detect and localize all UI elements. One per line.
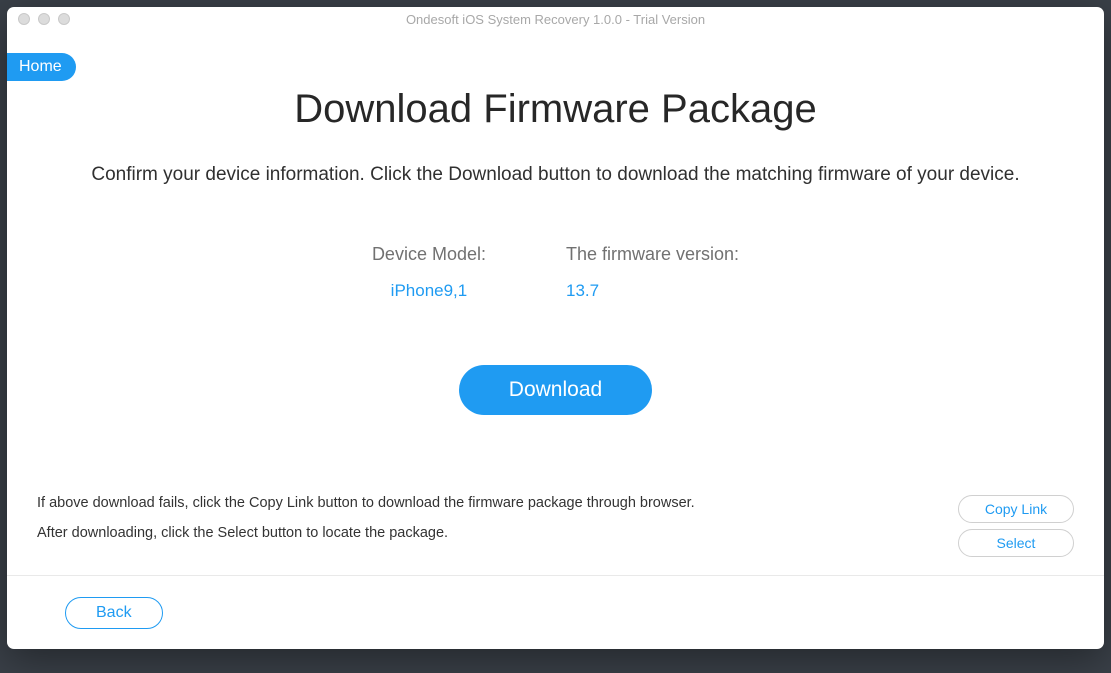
device-model-col: Device Model: iPhone9,1 (372, 244, 486, 301)
help-line-1: If above download fails, click the Copy … (37, 495, 695, 511)
firmware-version-value: 13.7 (566, 281, 599, 301)
device-info: Device Model: iPhone9,1 The firmware ver… (372, 244, 739, 301)
device-model-value: iPhone9,1 (391, 281, 468, 301)
close-window-icon[interactable] (18, 13, 30, 25)
help-buttons: Copy Link Select (958, 495, 1074, 557)
content-area: Home Download Firmware Package Confirm y… (7, 31, 1104, 649)
device-model-label: Device Model: (372, 244, 486, 265)
help-section: If above download fails, click the Copy … (7, 495, 1104, 557)
window-controls (18, 13, 70, 25)
download-button[interactable]: Download (459, 365, 652, 415)
app-window: Ondesoft iOS System Recovery 1.0.0 - Tri… (7, 7, 1104, 649)
firmware-version-label: The firmware version: (566, 244, 739, 265)
footer: Back (7, 575, 1104, 649)
firmware-version-col: The firmware version: 13.7 (566, 244, 739, 301)
page-subtitle: Confirm your device information. Click t… (91, 164, 1019, 186)
page-title: Download Firmware Package (294, 87, 816, 132)
select-button[interactable]: Select (958, 529, 1074, 557)
main-area: Download Firmware Package Confirm your d… (7, 31, 1104, 495)
home-button[interactable]: Home (7, 53, 76, 81)
copy-link-button[interactable]: Copy Link (958, 495, 1074, 523)
window-title: Ondesoft iOS System Recovery 1.0.0 - Tri… (7, 12, 1104, 27)
titlebar: Ondesoft iOS System Recovery 1.0.0 - Tri… (7, 7, 1104, 31)
back-button[interactable]: Back (65, 597, 163, 629)
help-line-2: After downloading, click the Select butt… (37, 525, 695, 541)
help-text: If above download fails, click the Copy … (37, 495, 695, 541)
zoom-window-icon[interactable] (58, 13, 70, 25)
minimize-window-icon[interactable] (38, 13, 50, 25)
